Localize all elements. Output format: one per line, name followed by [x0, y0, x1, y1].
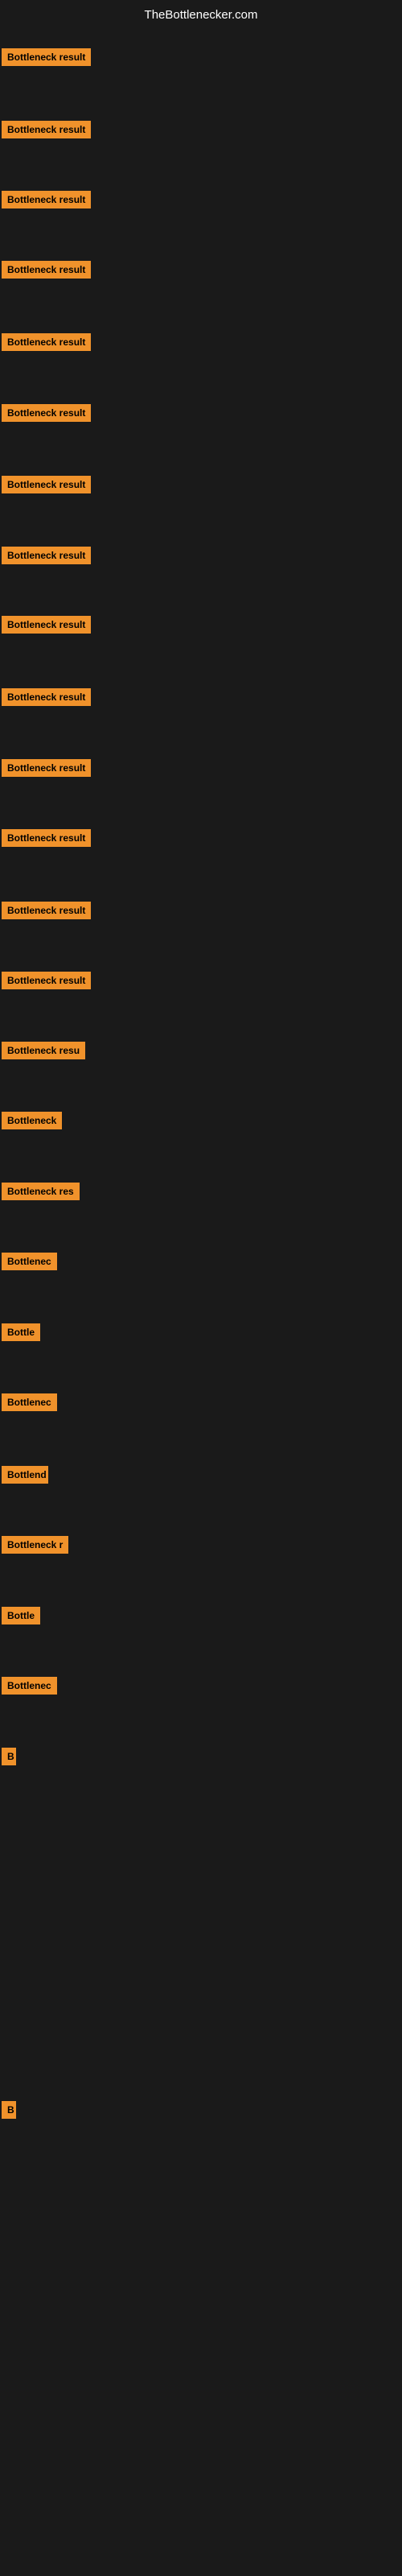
- page-container: TheBottlenecker.com Bottleneck result Bot…: [0, 0, 402, 2576]
- bottleneck-item-5: Bottleneck result: [2, 331, 91, 357]
- bottleneck-item-1: Bottleneck result: [2, 46, 91, 72]
- bottleneck-badge-6[interactable]: Bottleneck result: [2, 404, 91, 422]
- bottleneck-item-4: Bottleneck result: [2, 258, 91, 285]
- bottleneck-badge-2[interactable]: Bottleneck result: [2, 121, 91, 138]
- bottleneck-badge-21[interactable]: Bottlend: [2, 1466, 48, 1484]
- bottleneck-item-25: B: [2, 1745, 16, 1772]
- bottleneck-badge-29[interactable]: B: [2, 2101, 16, 2119]
- bottleneck-item-22: Bottleneck r: [2, 1534, 68, 1560]
- bottleneck-item-11: Bottleneck result: [2, 757, 91, 783]
- bottleneck-badge-7[interactable]: Bottleneck result: [2, 476, 91, 493]
- bottleneck-badge-19[interactable]: Bottle: [2, 1323, 40, 1341]
- bottleneck-item-29: B: [2, 2099, 16, 2125]
- bottleneck-badge-16[interactable]: Bottleneck: [2, 1112, 62, 1129]
- bottleneck-item-20: Bottlenec: [2, 1391, 57, 1418]
- bottleneck-item-12: Bottleneck result: [2, 827, 91, 853]
- bottleneck-item-19: Bottle: [2, 1321, 40, 1348]
- bottleneck-item-3: Bottleneck result: [2, 188, 91, 215]
- bottleneck-badge-10[interactable]: Bottleneck result: [2, 688, 91, 706]
- bottleneck-badge-24[interactable]: Bottlenec: [2, 1677, 57, 1695]
- bottleneck-item-14: Bottleneck result: [2, 969, 91, 996]
- bottleneck-item-6: Bottleneck result: [2, 402, 91, 428]
- bottleneck-badge-11[interactable]: Bottleneck result: [2, 759, 91, 777]
- site-title: TheBottlenecker.com: [145, 8, 258, 22]
- bottleneck-item-9: Bottleneck result: [2, 613, 91, 640]
- bottleneck-badge-14[interactable]: Bottleneck result: [2, 972, 91, 989]
- bottleneck-item-10: Bottleneck result: [2, 686, 91, 712]
- bottleneck-badge-1[interactable]: Bottleneck result: [2, 48, 91, 66]
- bottleneck-badge-13[interactable]: Bottleneck result: [2, 902, 91, 919]
- bottleneck-badge-20[interactable]: Bottlenec: [2, 1393, 57, 1411]
- bottleneck-badge-25[interactable]: B: [2, 1748, 16, 1765]
- bottleneck-item-7: Bottleneck result: [2, 473, 91, 500]
- bottleneck-badge-18[interactable]: Bottlenec: [2, 1253, 57, 1270]
- bottleneck-badge-3[interactable]: Bottleneck result: [2, 191, 91, 208]
- bottleneck-badge-9[interactable]: Bottleneck result: [2, 616, 91, 634]
- bottleneck-item-24: Bottlenec: [2, 1674, 57, 1701]
- site-header: TheBottlenecker.com: [0, 0, 402, 27]
- bottleneck-item-23: Bottle: [2, 1604, 40, 1631]
- bottleneck-badge-8[interactable]: Bottleneck result: [2, 547, 91, 564]
- bottleneck-badge-23[interactable]: Bottle: [2, 1607, 40, 1624]
- bottleneck-item-15: Bottleneck resu: [2, 1039, 85, 1066]
- bottleneck-badge-12[interactable]: Bottleneck result: [2, 829, 91, 847]
- bottleneck-item-18: Bottlenec: [2, 1250, 57, 1277]
- bottleneck-item-16: Bottleneck: [2, 1109, 62, 1136]
- bottleneck-item-2: Bottleneck result: [2, 118, 91, 145]
- bottleneck-item-21: Bottlend: [2, 1463, 48, 1490]
- bottleneck-badge-15[interactable]: Bottleneck resu: [2, 1042, 85, 1059]
- bottleneck-badge-5[interactable]: Bottleneck result: [2, 333, 91, 351]
- bottleneck-item-17: Bottleneck res: [2, 1180, 80, 1207]
- bottleneck-badge-22[interactable]: Bottleneck r: [2, 1536, 68, 1554]
- bottleneck-item-13: Bottleneck result: [2, 899, 91, 926]
- bottleneck-item-8: Bottleneck result: [2, 544, 91, 571]
- bottleneck-badge-17[interactable]: Bottleneck res: [2, 1183, 80, 1200]
- bottleneck-badge-4[interactable]: Bottleneck result: [2, 261, 91, 279]
